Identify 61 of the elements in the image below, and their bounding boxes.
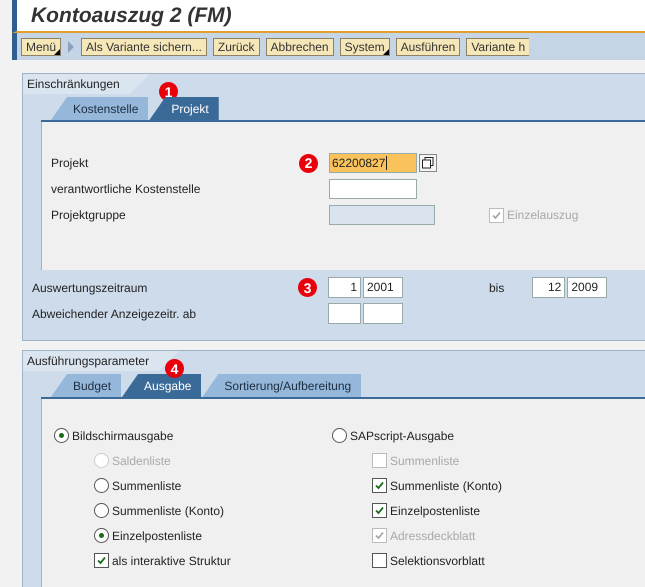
checkbox-label: Einzelauszug (507, 208, 578, 222)
radio-button[interactable] (332, 428, 347, 443)
tab[interactable]: Budget (51, 374, 122, 397)
step-badge: 3 (298, 278, 317, 297)
toolbar-button[interactable]: System (340, 38, 390, 56)
checkbox[interactable] (372, 553, 387, 568)
month-field[interactable] (328, 303, 361, 324)
radio-label: SAPscript-Ausgabe (350, 428, 454, 442)
checkbox-label: Einzelpostenliste (390, 504, 480, 518)
checkbox-label: Summenliste (390, 454, 460, 468)
field-label: Abweichender Anzeigezeitr. ab (32, 306, 198, 320)
dropdown-corner-icon (54, 48, 60, 54)
radio-button[interactable] (54, 428, 69, 443)
input-field[interactable]: 62200827 (329, 153, 417, 173)
step-badge: 2 (299, 154, 318, 172)
month-field[interactable]: 12 (532, 277, 566, 298)
radio-label: Saldenliste (112, 454, 171, 468)
field-label: Projektgruppe (51, 208, 127, 222)
checkbox-label: Selektionsvorblatt (390, 554, 485, 568)
checkbox[interactable] (372, 503, 387, 518)
checkbox-label: Adressdeckblatt (390, 528, 476, 542)
radio-label: Einzelpostenliste (112, 528, 202, 542)
section-title: Einschränkungen (23, 74, 150, 94)
tab[interactable]: Sortierung/Aufbereitung (202, 374, 362, 397)
toolbar-button[interactable]: Ausführen (396, 38, 460, 56)
tab[interactable]: Kostenstelle (51, 97, 148, 120)
checkmark-icon (374, 480, 385, 491)
value-help-icon[interactable] (419, 154, 437, 172)
input-field[interactable] (329, 179, 417, 199)
year-field[interactable]: 2001 (363, 277, 403, 298)
radio-label: Summenliste (Konto) (112, 504, 224, 518)
tab[interactable]: Ausgabe (122, 374, 202, 397)
field-label: verantwortliche Kostenstelle (51, 182, 202, 196)
tab[interactable]: Projekt (149, 97, 219, 120)
checkbox-label: Summenliste (Konto) (390, 478, 502, 492)
toolbar-button[interactable]: Abbrechen (266, 38, 334, 56)
toolbar-button[interactable]: Zurück (212, 38, 260, 56)
dropdown-corner-icon (382, 48, 389, 54)
field-label: Auswertungszeitraum (32, 280, 148, 294)
radio-button[interactable] (94, 478, 109, 493)
radio-label: Summenliste (112, 478, 182, 492)
toolbar-button[interactable]: Als Variante sichern... (81, 38, 207, 56)
checkbox[interactable] (94, 553, 109, 568)
year-field[interactable] (363, 303, 403, 324)
checkmark-icon (374, 530, 385, 541)
radio-button[interactable] (94, 528, 109, 543)
arrow-icon (67, 40, 76, 54)
checkmark-icon (374, 505, 385, 516)
toolbar-button[interactable]: Variante h (466, 38, 530, 56)
toolbar-button[interactable]: Menü (21, 38, 62, 56)
year-field[interactable]: 2009 (567, 277, 608, 298)
window-title: Kontoauszug 2 (FM) (31, 4, 232, 28)
radio-button[interactable] (94, 503, 109, 518)
radio-label: Bildschirmausgabe (72, 428, 174, 442)
checkmark-icon (491, 210, 502, 220)
checkbox[interactable] (372, 478, 387, 493)
field-label: Projekt (51, 156, 90, 170)
checkmark-icon (96, 555, 107, 566)
month-field[interactable]: 1 (328, 277, 361, 298)
field-label: bis (489, 280, 504, 294)
checkbox-label: als interaktive Struktur (112, 554, 231, 568)
